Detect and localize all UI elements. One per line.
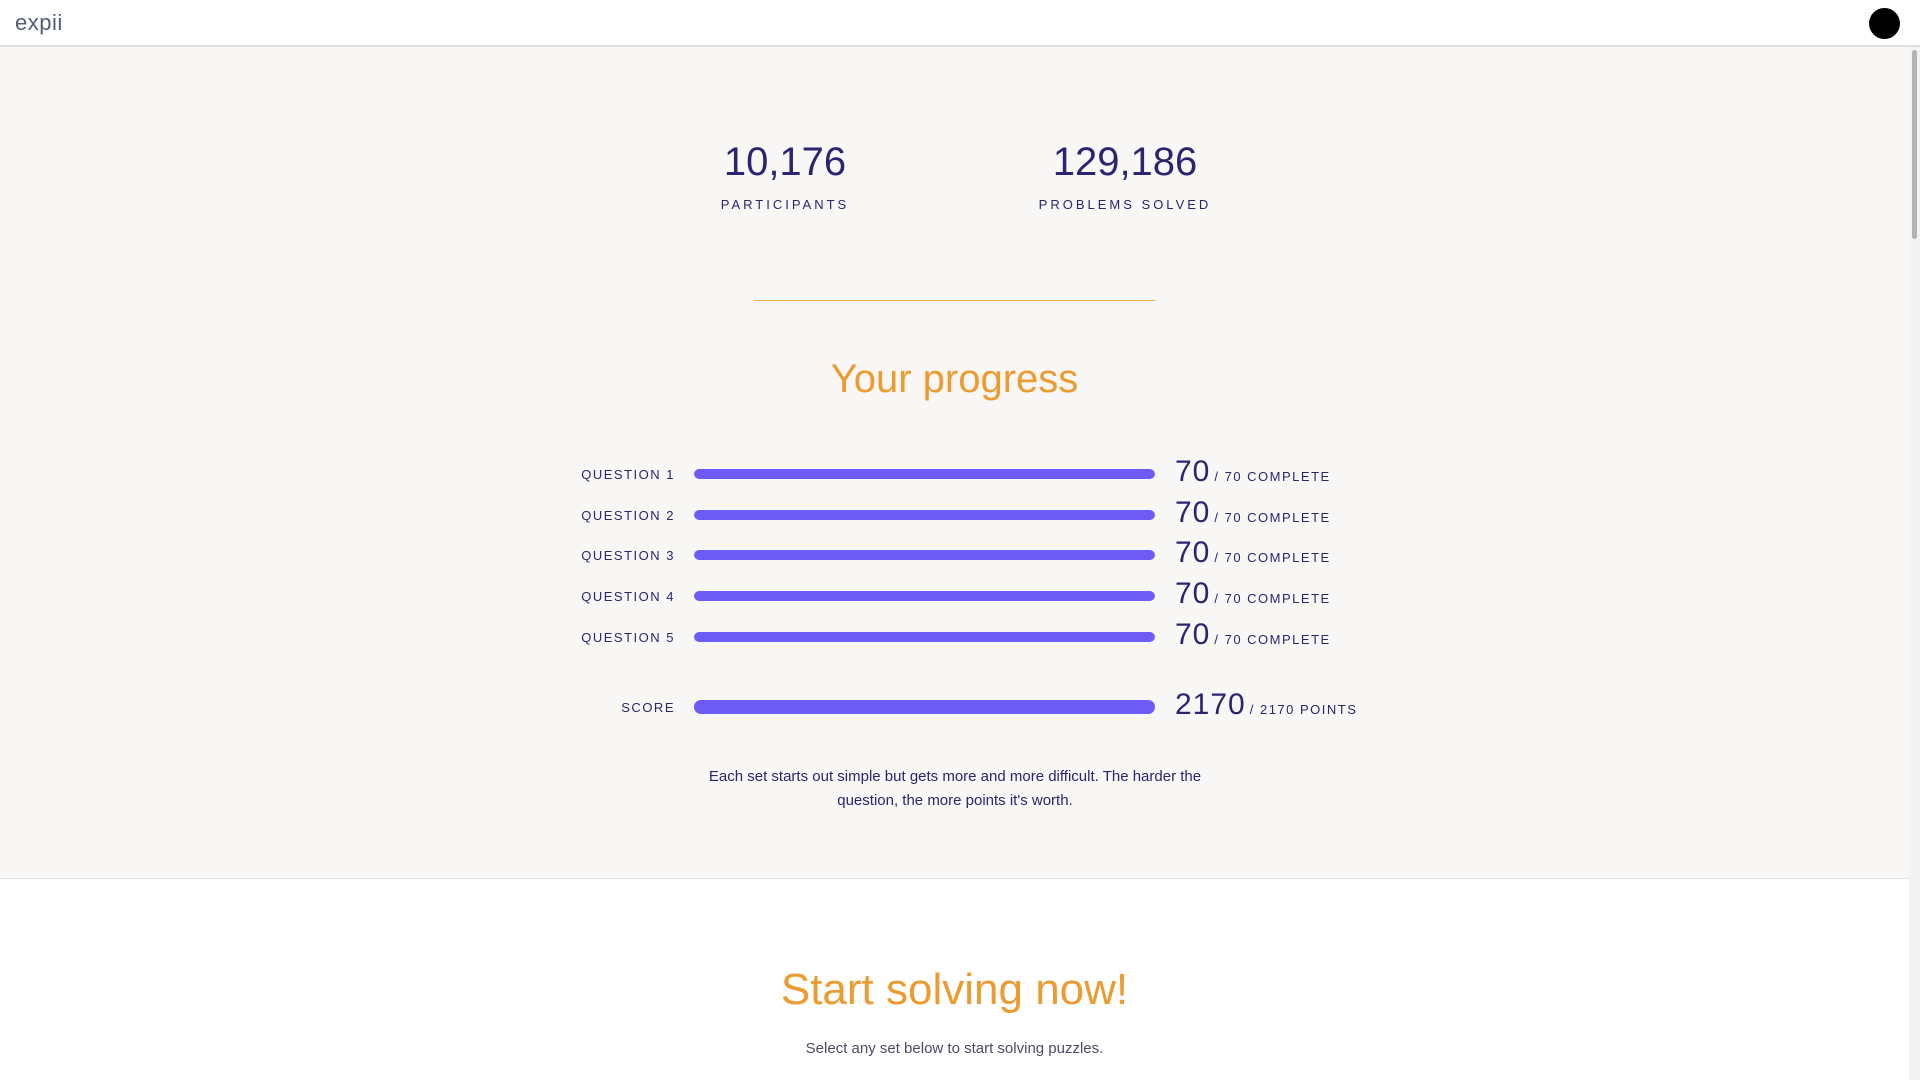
progress-fill: [694, 550, 1155, 560]
progress-track: [694, 510, 1155, 520]
question-label: QUESTION 1: [581, 467, 675, 482]
question-suffix: / 70 COMPLETE: [1214, 469, 1331, 484]
question-2-row: QUESTION 2 70/ 70 COMPLETE: [0, 496, 1909, 531]
top-bar: expii: [0, 0, 1920, 47]
score-fill: [694, 700, 1155, 714]
question-suffix: / 70 COMPLETE: [1214, 632, 1331, 647]
progress-fill: [694, 510, 1155, 520]
problems-solved-label: PROBLEMS SOLVED: [1038, 197, 1212, 212]
score-value: 2170/ 2170 POINTS: [1175, 688, 1357, 722]
question-1-row: QUESTION 1 70/ 70 COMPLETE: [0, 455, 1909, 490]
start-solving-subtitle: Select any set below to start solving pu…: [805, 1040, 1104, 1057]
progress-note: Each set starts out simple but gets more…: [708, 768, 1202, 809]
participants-count: 10,176: [723, 140, 847, 184]
progress-fill: [694, 469, 1155, 479]
progress-fill: [694, 591, 1155, 601]
question-value: 70/ 70 COMPLETE: [1175, 496, 1331, 530]
participants-stat: 10,176 PARTICIPANTS: [685, 137, 885, 212]
user-avatar[interactable]: [1869, 8, 1900, 39]
question-value: 70/ 70 COMPLETE: [1175, 618, 1331, 652]
scrollbar[interactable]: [1909, 47, 1920, 1080]
start-solving-title: Start solving now!: [780, 965, 1129, 1014]
scrollbar-thumb[interactable]: [1912, 50, 1917, 239]
expii-logo[interactable]: expii: [15, 10, 63, 36]
progress-title: Your progress: [830, 357, 1079, 401]
problems-solved-count: 129,186: [1052, 140, 1198, 184]
progress-section: 10,176 PARTICIPANTS 129,186 PROBLEMS SOL…: [0, 47, 1909, 879]
progress-track: [694, 469, 1155, 479]
score-track: [694, 700, 1155, 714]
progress-fill: [694, 632, 1155, 642]
question-count: 70: [1175, 577, 1211, 610]
question-suffix: / 70 COMPLETE: [1214, 510, 1331, 525]
question-count: 70: [1175, 536, 1211, 569]
question-label: QUESTION 2: [581, 508, 675, 523]
question-count: 70: [1175, 455, 1211, 488]
question-value: 70/ 70 COMPLETE: [1175, 577, 1331, 611]
score-count: 2170: [1175, 688, 1246, 721]
question-3-row: QUESTION 3 70/ 70 COMPLETE: [0, 536, 1909, 571]
question-count: 70: [1175, 496, 1211, 529]
question-value: 70/ 70 COMPLETE: [1175, 536, 1331, 570]
question-4-row: QUESTION 4 70/ 70 COMPLETE: [0, 577, 1909, 612]
score-row: SCORE 2170/ 2170 POINTS: [0, 688, 1909, 723]
question-label: QUESTION 5: [581, 630, 675, 645]
problems-solved-stat: 129,186 PROBLEMS SOLVED: [1010, 137, 1240, 212]
score-suffix: / 2170 POINTS: [1249, 702, 1358, 717]
question-suffix: / 70 COMPLETE: [1214, 550, 1331, 565]
participants-label: PARTICIPANTS: [720, 197, 850, 212]
question-suffix: / 70 COMPLETE: [1214, 591, 1331, 606]
question-5-row: QUESTION 5 70/ 70 COMPLETE: [0, 618, 1909, 653]
progress-track: [694, 550, 1155, 560]
question-label: QUESTION 4: [581, 589, 675, 604]
progress-track: [694, 632, 1155, 642]
divider-line: [754, 300, 1155, 301]
score-label: SCORE: [621, 700, 675, 715]
question-value: 70/ 70 COMPLETE: [1175, 455, 1331, 489]
question-label: QUESTION 3: [581, 548, 675, 563]
question-count: 70: [1175, 618, 1211, 651]
progress-track: [694, 591, 1155, 601]
